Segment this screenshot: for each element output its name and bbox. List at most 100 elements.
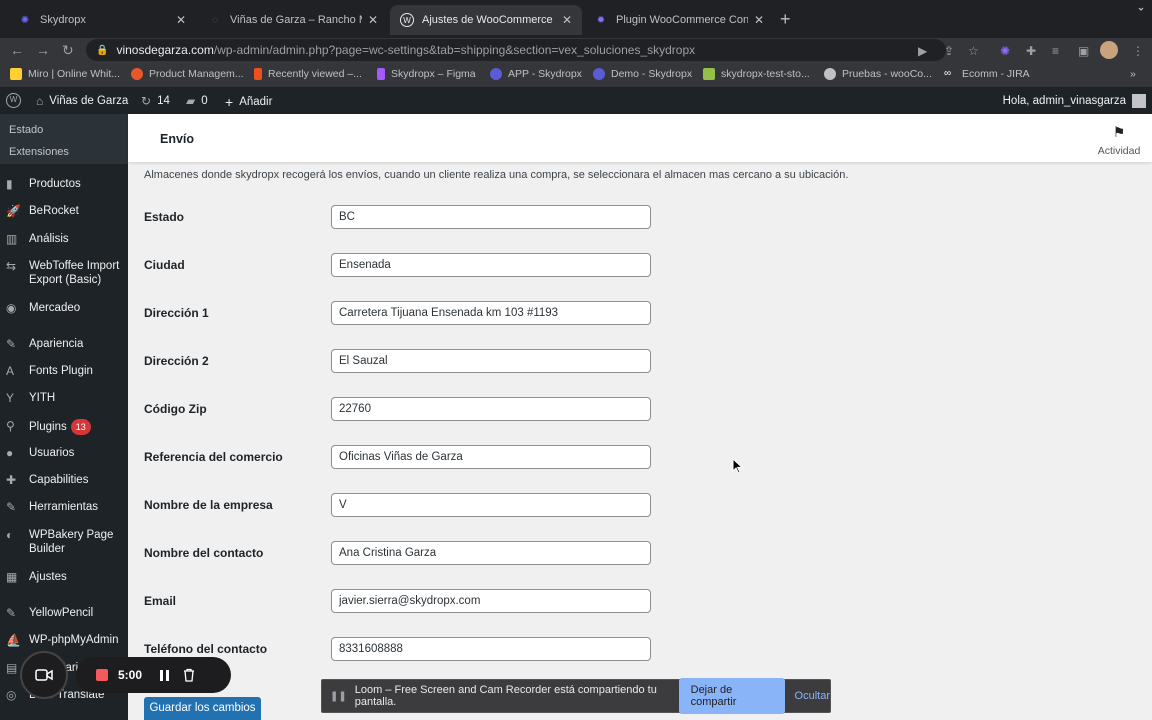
tab-title: Ajustes de WooCommerce ‹ Vi <box>422 14 556 26</box>
nombre-empresa-input[interactable] <box>331 493 651 517</box>
submenu-item-extensiones[interactable]: Extensiones <box>9 146 69 158</box>
mouse-cursor-icon <box>732 458 744 474</box>
sidebar-item-berocket[interactable]: 🚀 BeRocket <box>0 204 128 218</box>
field-label-email: Email <box>144 594 177 608</box>
refresh-icon: ↻ <box>141 94 152 108</box>
new-tab-button[interactable]: + <box>780 9 791 29</box>
updates-link[interactable]: ↻ 14 <box>141 94 170 108</box>
reload-icon[interactable]: ↻ <box>62 41 74 59</box>
trash-icon[interactable] <box>183 668 195 682</box>
bookmark-miro[interactable]: Miro | Online Whit... <box>10 68 120 80</box>
product-icon: ▮ <box>6 177 13 191</box>
browser-tab-strip: ✺ Skydropx ✕ ◌ Viñas de Garza – Rancho M… <box>0 0 1152 38</box>
media-icon[interactable]: ≡ <box>1052 43 1059 59</box>
bookmark-recently[interactable]: Recently viewed –... <box>254 68 362 80</box>
megaphone-icon: ◉ <box>6 301 17 315</box>
sidebar-item-analisis[interactable]: ▥ Análisis <box>0 232 128 246</box>
browser-tab-plugin[interactable]: ✹ Plugin WooCommerce Configu ✕ <box>584 5 774 35</box>
skydropx-icon <box>490 68 502 80</box>
screen-share-notification: ❚❚ Loom – Free Screen and Cam Recorder e… <box>321 678 831 714</box>
plug-icon: ⚲ <box>6 419 15 433</box>
email-input[interactable] <box>331 589 651 613</box>
stop-recording-icon[interactable] <box>96 669 108 681</box>
bookmark-test-store[interactable]: skydropx-test-sto... <box>703 68 810 80</box>
bookmarks-overflow-icon[interactable]: » <box>1130 68 1136 80</box>
field-label-codigo-zip: Código Zip <box>144 402 207 416</box>
wp-admin-sidebar: Estado Extensiones ▮ Productos 🚀 BeRocket … <box>0 114 128 720</box>
sidebar-item-herramientas[interactable]: ✎ Herramientas <box>0 500 128 514</box>
browser-tab-skydropx[interactable]: ✺ Skydropx ✕ <box>8 5 196 35</box>
stop-sharing-button[interactable]: Dejar de compartir <box>678 678 785 714</box>
loom-camera-button[interactable] <box>20 651 68 699</box>
star-icon[interactable]: ☆ <box>968 43 979 59</box>
nombre-contacto-input[interactable] <box>331 541 651 565</box>
close-icon[interactable]: ✕ <box>176 13 186 27</box>
figma-icon <box>377 68 385 80</box>
bookmark-app[interactable]: APP - Skydropx <box>490 68 582 80</box>
shopify-icon <box>703 68 715 80</box>
sidebar-item-wp-phpmyadmin[interactable]: ⛵ WP-phpMyAdmin <box>0 633 128 647</box>
site-name-link[interactable]: ⌂ Viñas de Garza <box>36 94 128 108</box>
sidebar-item-mercadeo[interactable]: ◉ Mercadeo <box>0 301 128 315</box>
profile-avatar[interactable] <box>1100 41 1118 59</box>
bookmark-pruebas[interactable]: Pruebas - wooCo... <box>824 68 932 80</box>
close-icon[interactable]: ✕ <box>754 13 764 27</box>
bookmark-product[interactable]: Product Managem... <box>131 68 244 80</box>
browser-tab-vinas[interactable]: ◌ Viñas de Garza – Rancho Moge ✕ <box>198 5 388 35</box>
back-icon[interactable]: ← <box>10 41 24 59</box>
plus-icon: + <box>225 94 234 110</box>
extension-icon[interactable]: ✺ <box>1000 43 1010 59</box>
wp-admin-bar: W ⌂ Viñas de Garza ↻ 14 ▰ 0 + Añadir Hola, a… <box>0 88 1152 114</box>
sidebar-item-wpbakery[interactable]: ◐ WPBakery Page Builder <box>0 528 128 556</box>
direccion-2-input[interactable] <box>331 349 651 373</box>
field-label-direccion-1: Dirección 1 <box>144 306 209 320</box>
sidebar-item-plugins[interactable]: ⚲ Plugins 13 <box>0 419 128 435</box>
referencia-input[interactable] <box>331 445 651 469</box>
sidebar-item-webtoffee[interactable]: ⇆ WebToffee Import Export (Basic) <box>0 259 128 287</box>
activity-button[interactable]: ⚑ Actividad <box>1086 124 1152 157</box>
add-new-link[interactable]: + Añadir <box>225 94 272 110</box>
pause-icon[interactable] <box>160 669 170 681</box>
drag-handle-icon[interactable]: ❚❚ <box>330 691 347 702</box>
direccion-1-input[interactable] <box>331 301 651 325</box>
field-label-nombre-contacto: Nombre del contacto <box>144 546 264 560</box>
camera-icon[interactable]: ▶ <box>918 43 927 59</box>
submenu-item-estado[interactable]: Estado <box>9 124 43 136</box>
tab-search-icon[interactable] <box>1138 6 1144 16</box>
menu-icon[interactable]: ⋮ <box>1132 43 1144 59</box>
bookmark-jira[interactable]: ∞ Ecomm - JIRA <box>944 68 1030 80</box>
close-icon[interactable]: ✕ <box>562 13 572 27</box>
estado-input[interactable] <box>331 205 651 229</box>
sidebar-item-usuarios[interactable]: ● Usuarios <box>0 446 128 460</box>
sidebar-item-yith[interactable]: Y YITH <box>0 391 128 405</box>
close-icon[interactable]: ✕ <box>368 13 378 27</box>
wordpress-logo-icon[interactable]: W <box>6 93 21 108</box>
sidebar-item-apariencia[interactable]: ✎ Apariencia <box>0 337 128 351</box>
share-icon[interactable]: ⇪ <box>944 43 954 59</box>
sidebar-item-ajustes[interactable]: ▦ Ajustes <box>0 570 128 584</box>
field-label-ciudad: Ciudad <box>144 258 185 272</box>
bookmark-demo[interactable]: Demo - Skydropx <box>593 68 692 80</box>
browser-toolbar: ← → ↻ 🔒 vinosdegarza.com /wp-admin/admin… <box>0 38 1152 64</box>
comments-link[interactable]: ▰ 0 <box>186 94 208 108</box>
rocket-icon: 🚀 <box>6 204 21 218</box>
field-label-direccion-2: Dirección 2 <box>144 354 209 368</box>
telefono-input[interactable] <box>331 637 651 661</box>
browser-tab-woocommerce-settings[interactable]: W Ajustes de WooCommerce ‹ Vi ✕ <box>390 5 582 35</box>
save-changes-button[interactable]: Guardar los cambios <box>144 697 261 720</box>
hide-button[interactable]: Ocultar <box>795 690 830 702</box>
forward-icon[interactable]: → <box>36 41 50 59</box>
codigo-zip-input[interactable] <box>331 397 651 421</box>
ciudad-input[interactable] <box>331 253 651 277</box>
sidebar-item-yellowpencil[interactable]: ✎ YellowPencil <box>0 606 128 620</box>
sidebar-item-productos[interactable]: ▮ Productos <box>0 177 128 191</box>
sidebar-item-fonts-plugin[interactable]: A Fonts Plugin <box>0 364 128 378</box>
video-camera-icon <box>35 669 53 681</box>
bookmark-figma[interactable]: Skydropx – Figma <box>377 68 476 80</box>
sidepanel-icon[interactable]: ▣ <box>1078 43 1089 59</box>
sidebar-item-capabilities[interactable]: ✚ Capabilities <box>0 473 128 487</box>
product-icon <box>131 68 143 80</box>
address-bar[interactable]: 🔒 vinosdegarza.com /wp-admin/admin.php?p… <box>86 39 946 61</box>
user-account-link[interactable]: Hola, admin_vinasgarza <box>1003 94 1146 108</box>
puzzle-icon[interactable]: ✚ <box>1026 43 1036 59</box>
